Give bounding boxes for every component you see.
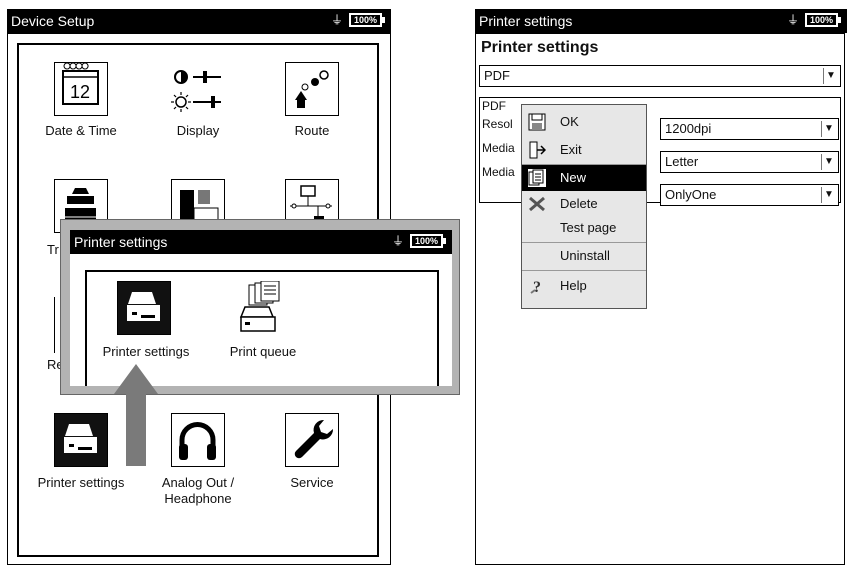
printer-settings-label: Printer settings: [37, 475, 125, 490]
headphone-icon: [179, 422, 216, 460]
menu-item-help[interactable]: ? Help: [522, 273, 646, 299]
chevron-down-icon[interactable]: ▼: [823, 68, 838, 84]
resolution-select[interactable]: 1200dpi ▼: [660, 118, 839, 140]
window-title: Device Setup: [11, 13, 95, 29]
display-button[interactable]: [171, 62, 225, 116]
battery-indicator: ⏚ 100%: [331, 13, 385, 27]
row-label-media-type: Media: [482, 165, 515, 179]
analog-out-label: Analog Out / Headphone: [161, 475, 235, 506]
row-label-resolution: Resol: [482, 117, 513, 131]
menu-item-uninstall[interactable]: Uninstall: [522, 243, 646, 269]
route-icon: [295, 70, 329, 108]
service-button[interactable]: [285, 413, 339, 467]
printer-settings-screen: Printer settings ⏚ 100% Printer settings…: [475, 9, 847, 565]
menu-item-exit[interactable]: Exit: [522, 137, 646, 163]
help-icon: ?: [530, 279, 541, 295]
menu-item-ok[interactable]: OK: [522, 109, 646, 135]
row-label-media-size: Media: [482, 141, 515, 155]
partial-label-transducer: Tr: [47, 242, 59, 257]
printer-icon: [127, 292, 160, 321]
popup-titlebar: Printer settings ⏚ 100%: [70, 230, 452, 254]
media-type-select[interactable]: OnlyOne ▼: [660, 184, 839, 206]
popup-title: Printer settings: [74, 234, 168, 250]
popup-printer-settings-button[interactable]: [117, 281, 171, 335]
print-queue-icon: [239, 280, 280, 332]
analog-out-button[interactable]: [171, 413, 225, 467]
chevron-down-icon[interactable]: ▼: [821, 121, 836, 137]
pointer-arrow: [114, 364, 158, 466]
power-plug-icon: ⏚: [786, 13, 799, 27]
right-titlebar: Printer settings ⏚ 100%: [475, 9, 847, 33]
new-document-icon: [528, 169, 546, 187]
display-label: Display: [176, 123, 220, 138]
power-plug-icon: ⏚: [391, 234, 404, 248]
svg-text:?: ?: [533, 279, 541, 295]
media-size-select[interactable]: Letter ▼: [660, 151, 839, 173]
popup-printer-settings-label: Printer settings: [102, 344, 190, 359]
route-label: Route: [294, 123, 330, 138]
menu-item-new[interactable]: New: [522, 165, 646, 191]
calendar-icon: 12: [62, 62, 99, 105]
popup-battery-indicator: ⏚ 100%: [392, 234, 446, 248]
device-setup-titlebar: Device Setup ⏚ 100%: [7, 9, 391, 33]
exit-icon: [529, 141, 546, 159]
battery-icon: 100%: [804, 13, 838, 27]
right-battery-indicator: ⏚ 100%: [787, 13, 841, 27]
service-label: Service: [290, 475, 334, 490]
power-plug-icon: ⏚: [330, 13, 343, 27]
display-icon: [171, 70, 221, 112]
print-queue-button[interactable]: [233, 280, 287, 335]
date-time-label: Date & Time: [45, 123, 117, 138]
printer-icon: [64, 424, 97, 453]
route-button[interactable]: [285, 62, 339, 116]
delete-icon: [529, 196, 545, 212]
printer-settings-button[interactable]: [54, 413, 108, 467]
chevron-down-icon[interactable]: ▼: [821, 154, 836, 170]
date-time-button[interactable]: 12: [54, 62, 108, 116]
printer-select[interactable]: PDF ▼: [479, 65, 841, 87]
svg-text:12: 12: [70, 82, 90, 102]
menu-item-test-page[interactable]: Test page: [522, 215, 646, 241]
menu-item-delete[interactable]: Delete: [522, 191, 646, 217]
battery-icon: 100%: [409, 234, 443, 248]
right-window-title: Printer settings: [479, 13, 573, 29]
print-queue-label: Print queue: [229, 344, 297, 359]
wrench-icon: [294, 419, 334, 459]
chevron-down-icon[interactable]: ▼: [821, 187, 836, 203]
battery-icon: 100%: [348, 13, 382, 27]
save-icon: [528, 113, 546, 131]
page-title: Printer settings: [481, 39, 599, 56]
context-menu: OK Exit New Delete Test page Uninstall ?…: [521, 104, 647, 309]
